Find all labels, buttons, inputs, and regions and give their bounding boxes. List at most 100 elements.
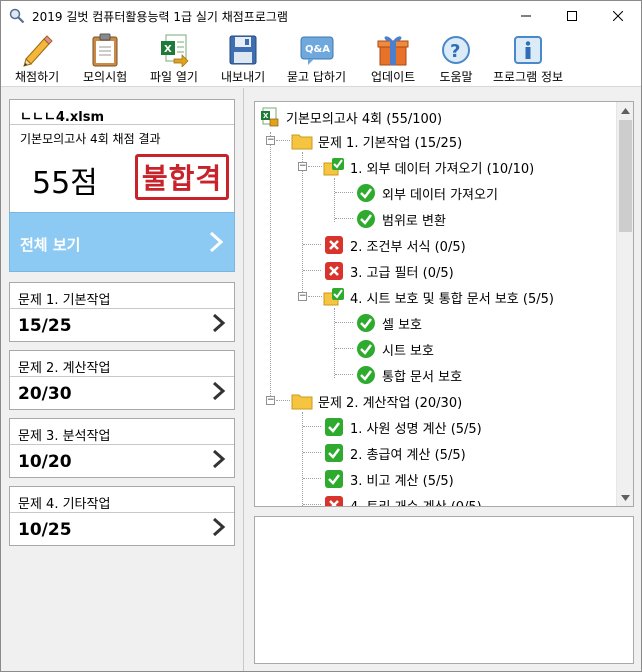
maximize-button[interactable] — [549, 1, 595, 31]
tree-connector — [334, 308, 335, 378]
scroll-down-button[interactable] — [617, 489, 633, 506]
clipboard-icon — [92, 33, 118, 67]
question-score: 10/20 — [18, 452, 72, 472]
mock-exam-button[interactable]: 모의시험 — [83, 33, 127, 85]
tree-node[interactable]: 2. 조건부 서식 (0/5) — [323, 234, 466, 256]
x-fail-icon — [323, 261, 345, 281]
program-info-button[interactable]: 프로그램 정보 — [493, 33, 563, 85]
divider — [10, 308, 234, 309]
save-disk-icon — [229, 35, 257, 65]
tree-node[interactable]: 셀 보호 — [355, 312, 422, 334]
check-circle-icon — [355, 183, 377, 203]
tree-node[interactable]: 2. 총급여 계산 (5/5) — [323, 442, 466, 464]
scroll-down-arrow-icon — [621, 494, 630, 501]
grade-button[interactable]: 채점하기 — [15, 33, 59, 85]
tree-connector — [276, 140, 290, 141]
check-square-icon — [323, 443, 345, 463]
question-score: 10/25 — [18, 520, 72, 540]
toolbar-label: 모의시험 — [83, 70, 128, 84]
scroll-thumb[interactable] — [619, 120, 632, 232]
toolbar-label: 묻고 답하기 — [287, 70, 347, 84]
collapse-toggle[interactable]: − — [266, 136, 275, 145]
view-all-button[interactable]: 전체 보기 — [9, 212, 235, 272]
close-button[interactable] — [595, 1, 641, 31]
tree-connector — [303, 452, 321, 453]
tree-label: 시트 보호 — [382, 343, 434, 359]
question-2-card[interactable]: 문제 2. 계산작업 20/30 — [9, 350, 235, 410]
tree-connector — [303, 504, 321, 505]
tree-label: 2. 총급여 계산 (5/5) — [350, 447, 466, 463]
close-icon — [613, 11, 623, 21]
divider — [10, 124, 234, 125]
toolbar-label: 내보내기 — [221, 70, 266, 84]
collapse-toggle[interactable]: − — [298, 292, 307, 301]
folder-icon — [291, 391, 313, 411]
scroll-up-button[interactable] — [617, 102, 633, 119]
tree-node[interactable]: 4. 시트 보호 및 통합 문서 보호 (5/5) — [323, 286, 554, 308]
tree-label: 셀 보호 — [382, 317, 423, 333]
tree-node[interactable]: 1. 사원 성명 계산 (5/5) — [323, 416, 482, 438]
collapse-toggle[interactable]: − — [298, 162, 307, 171]
chevron-right-icon — [209, 231, 224, 253]
tree-scrollbar[interactable] — [616, 102, 633, 506]
question-title: 문제 4. 기타작업 — [18, 497, 111, 512]
divider — [10, 512, 234, 513]
divider — [10, 376, 234, 377]
tree-node[interactable]: 시트 보호 — [355, 338, 434, 360]
tree-connector — [303, 426, 321, 427]
tree-node[interactable]: 1. 외부 데이터 가져오기 (10/10) — [323, 156, 534, 178]
svg-text:X: X — [164, 44, 172, 55]
result-tree[interactable]: X 기본모의고사 4회 (55/100) − 문제 1. 기본작업 (15/25… — [254, 101, 634, 507]
tree-node[interactable]: 외부 데이터 가져오기 — [355, 182, 498, 204]
update-button[interactable]: 업데이트 — [371, 33, 415, 85]
gift-icon — [377, 36, 409, 66]
question-4-card[interactable]: 문제 4. 기타작업 10/25 — [9, 486, 235, 546]
tree-node[interactable]: 3. 비고 계산 (5/5) — [323, 468, 454, 490]
tree-label: 문제 2. 계산작업 (20/30) — [318, 395, 463, 411]
tree-node[interactable]: 문제 1. 기본작업 (15/25) — [291, 130, 462, 152]
info-icon — [514, 36, 543, 64]
tree-connector — [308, 166, 322, 167]
tree-node[interactable]: 3. 고급 필터 (0/5) — [323, 260, 454, 282]
left-panel: ㄴㄴㄴ4.xlsm 기본모의고사 4회 채점 결과 55점 불합격 전체 보기 … — [1, 88, 244, 671]
excel-lock-icon: X — [259, 107, 281, 127]
open-file-button[interactable]: X 파일 열기 — [150, 33, 198, 85]
tree-node[interactable]: 범위로 변환 — [355, 208, 446, 230]
help-icon: ? — [442, 36, 470, 64]
svg-text:Q&A: Q&A — [305, 44, 330, 55]
toolbar-label: 파일 열기 — [150, 70, 198, 84]
qa-icon: Q&A — [300, 36, 333, 65]
toolbar-label: 도움말 — [439, 70, 473, 84]
app-window: 2019 길벗 컴퓨터활용능력 1급 실기 채점프로그램 채점하기 모의시험 X… — [0, 0, 642, 672]
tree-connector — [302, 152, 303, 298]
qa-button[interactable]: Q&A 묻고 답하기 — [287, 33, 346, 85]
tree-label: 4. 트리 개수 계산 (0/5) — [350, 499, 482, 507]
chevron-right-icon — [213, 381, 226, 401]
tree-label: 1. 외부 데이터 가져오기 (10/10) — [350, 161, 535, 177]
tree-label: 3. 고급 필터 (0/5) — [350, 265, 454, 281]
tree-node[interactable]: 문제 2. 계산작업 (20/30) — [291, 390, 462, 412]
pencil-icon — [23, 35, 53, 67]
question-score: 15/25 — [18, 316, 72, 336]
tree-connector — [335, 218, 353, 219]
export-button[interactable]: 내보내기 — [221, 33, 265, 85]
collapse-toggle[interactable]: − — [266, 396, 275, 405]
minimize-button[interactable] — [503, 1, 549, 31]
question-3-card[interactable]: 문제 3. 분석작업 10/20 — [9, 418, 235, 478]
help-button[interactable]: ? 도움말 — [438, 33, 474, 85]
question-title: 문제 2. 계산작업 — [18, 361, 111, 376]
check-circle-icon — [355, 313, 377, 333]
view-all-label: 전체 보기 — [20, 236, 81, 254]
tree-connector — [270, 132, 271, 402]
question-1-card[interactable]: 문제 1. 기본작업 15/25 — [9, 282, 235, 342]
tree-root[interactable]: X 기본모의고사 4회 (55/100) — [259, 106, 442, 128]
tree-connector — [276, 400, 290, 401]
tree-node[interactable]: 통합 문서 보호 — [355, 364, 462, 386]
detail-panel[interactable] — [254, 516, 634, 664]
chevron-right-icon — [213, 449, 226, 469]
tree-connector — [335, 322, 353, 323]
folder-check-icon — [323, 287, 345, 307]
question-title: 문제 3. 분석작업 — [18, 429, 111, 444]
check-square-icon — [323, 469, 345, 489]
tree-node[interactable]: 4. 트리 개수 계산 (0/5) — [323, 494, 482, 507]
